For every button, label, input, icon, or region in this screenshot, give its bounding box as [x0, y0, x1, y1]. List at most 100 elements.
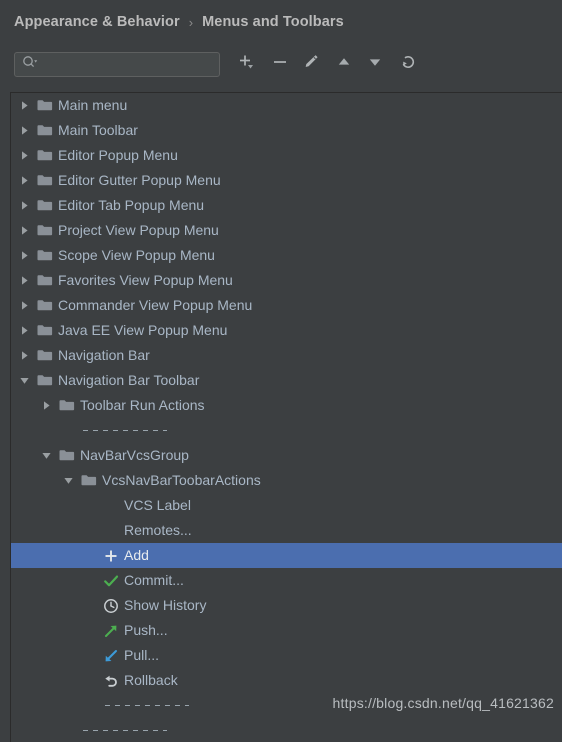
tree-row-label: Scope View Popup Menu	[58, 247, 215, 263]
folder-icon	[36, 224, 53, 238]
no-icon-placeholder	[102, 523, 119, 539]
tree-row-label: Favorites View Popup Menu	[58, 272, 233, 288]
tree-row[interactable]: Show History	[11, 593, 562, 618]
search-box[interactable]	[14, 52, 220, 77]
pencil-icon	[302, 53, 320, 76]
chevron-right-icon[interactable]	[17, 349, 31, 363]
check-icon	[102, 573, 119, 589]
chevron-right-icon[interactable]	[17, 274, 31, 288]
tree-row[interactable]: NavBarVcsGroup	[11, 443, 562, 468]
chevron-right-icon[interactable]	[17, 324, 31, 338]
tree-row[interactable]: VCS Label	[11, 493, 562, 518]
folder-icon	[80, 474, 97, 488]
tree-separator	[11, 418, 562, 443]
plus-icon	[102, 548, 119, 564]
edit-button[interactable]	[297, 50, 325, 78]
tree-row[interactable]: Editor Tab Popup Menu	[11, 193, 562, 218]
breadcrumb-parent[interactable]: Appearance & Behavior	[14, 14, 180, 30]
breadcrumb-current: Menus and Toolbars	[202, 14, 344, 30]
add-button[interactable]	[232, 50, 260, 78]
tree-row-label: Add	[124, 547, 149, 563]
chevron-right-icon[interactable]	[17, 249, 31, 263]
tree-row-label: Push...	[124, 622, 168, 638]
tree-row[interactable]: Push...	[11, 618, 562, 643]
tree-row[interactable]: Pull...	[11, 643, 562, 668]
minus-icon	[271, 53, 289, 76]
tree-row-label: Navigation Bar	[58, 347, 150, 363]
tree-row-label: VcsNavBarToobarActions	[102, 472, 261, 488]
folder-icon	[36, 174, 53, 188]
tree-row[interactable]: Scope View Popup Menu	[11, 243, 562, 268]
move-up-button[interactable]	[330, 50, 358, 78]
tree-row[interactable]: Toolbar Run Actions	[11, 393, 562, 418]
restore-arrow-icon	[399, 52, 419, 77]
tree-row-label: Project View Popup Menu	[58, 222, 219, 238]
tree-row-label: NavBarVcsGroup	[80, 447, 189, 463]
rollback-icon	[102, 673, 119, 689]
tree-row[interactable]: Add	[11, 543, 562, 568]
remove-button[interactable]	[266, 50, 294, 78]
menus-tree[interactable]: Main menu Main Toolbar Editor Popup Menu Ed…	[10, 92, 562, 742]
separator-dashes	[105, 705, 189, 706]
chevron-down-icon[interactable]	[39, 449, 53, 463]
tree-row[interactable]: Java EE View Popup Menu	[11, 318, 562, 343]
chevron-right-icon[interactable]	[17, 199, 31, 213]
chevron-right-icon[interactable]	[17, 224, 31, 238]
folder-icon	[36, 374, 53, 388]
tree-row[interactable]: Editor Gutter Popup Menu	[11, 168, 562, 193]
breadcrumb-separator-icon: ›	[188, 14, 194, 30]
folder-icon	[36, 124, 53, 138]
separator-dashes	[83, 730, 167, 731]
tree-row-label: Commander View Popup Menu	[58, 297, 253, 313]
tree-row-label: Show History	[124, 597, 207, 613]
tree-row[interactable]: Remotes...	[11, 518, 562, 543]
tree-row[interactable]: Navigation Bar	[11, 343, 562, 368]
tree-row[interactable]: Editor Popup Menu	[11, 143, 562, 168]
folder-icon	[36, 99, 53, 113]
clock-icon	[102, 598, 119, 614]
tree-row[interactable]: Rollback	[11, 668, 562, 693]
tree-row[interactable]: Project View Popup Menu	[11, 218, 562, 243]
folder-icon	[36, 199, 53, 213]
tree-row[interactable]: Commander View Popup Menu	[11, 293, 562, 318]
search-input[interactable]	[38, 53, 219, 76]
chevron-right-icon[interactable]	[17, 174, 31, 188]
chevron-down-icon[interactable]	[61, 474, 75, 488]
chevron-right-icon[interactable]	[17, 149, 31, 163]
tree-row[interactable]: Favorites View Popup Menu	[11, 268, 562, 293]
chevron-down-icon[interactable]	[17, 374, 31, 388]
tree-row-label: Java EE View Popup Menu	[58, 322, 228, 338]
chevron-right-icon[interactable]	[39, 399, 53, 413]
tree-row[interactable]: Navigation Bar Toolbar	[11, 368, 562, 393]
tree-row-label: Main Toolbar	[58, 122, 138, 138]
chevron-right-icon[interactable]	[17, 99, 31, 113]
chevron-right-icon[interactable]	[17, 124, 31, 138]
tree-row[interactable]: VcsNavBarToobarActions	[11, 468, 562, 493]
folder-icon	[58, 399, 75, 413]
arrow-down-left-icon	[102, 648, 119, 664]
move-down-button[interactable]	[361, 50, 389, 78]
tree-row[interactable]: Main menu	[11, 93, 562, 118]
folder-icon	[36, 349, 53, 363]
tree-separator	[11, 718, 562, 742]
tree-row-label: Navigation Bar Toolbar	[58, 372, 200, 388]
folder-icon	[36, 299, 53, 313]
tree-row[interactable]: Main Toolbar	[11, 118, 562, 143]
tree-row-label: Editor Tab Popup Menu	[58, 197, 205, 213]
chevron-right-icon[interactable]	[17, 299, 31, 313]
tree-row-label: Rollback	[124, 672, 178, 688]
tree-row-label: Pull...	[124, 647, 160, 663]
tree-row[interactable]: Commit...	[11, 568, 562, 593]
toolbar	[0, 50, 562, 130]
arrow-up-right-icon	[102, 623, 119, 639]
tree-row-label: Editor Gutter Popup Menu	[58, 172, 221, 188]
settings-dialog-panel: Appearance & Behavior › Menus and Toolba…	[0, 0, 562, 742]
search-icon	[22, 55, 38, 74]
restore-button[interactable]	[395, 50, 423, 78]
breadcrumb: Appearance & Behavior › Menus and Toolba…	[14, 10, 344, 34]
